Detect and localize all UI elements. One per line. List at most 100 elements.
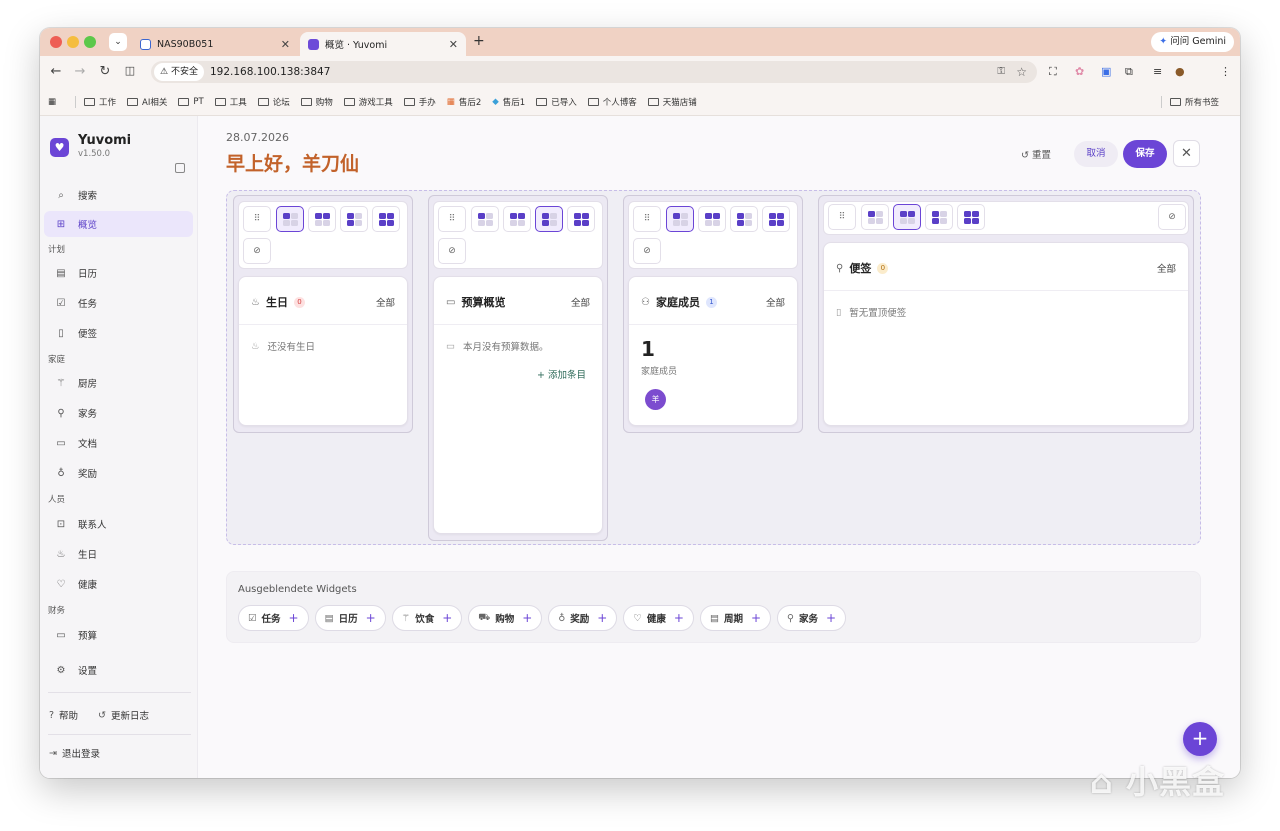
drag-handle-icon[interactable]: ⠿ bbox=[438, 206, 466, 232]
sidebar-item-search[interactable]: ⌕ 搜索 bbox=[44, 182, 193, 208]
hidden-widget-chip[interactable]: ⛟ 购物 + bbox=[468, 605, 543, 631]
browser-tab-active[interactable]: 概览 · Yuvomi ✕ bbox=[300, 32, 466, 56]
size-option-large[interactable] bbox=[957, 204, 985, 230]
size-option-tall[interactable] bbox=[925, 204, 953, 230]
extension-icon[interactable]: ▣ bbox=[1101, 65, 1111, 78]
hide-widget-icon[interactable]: ⊘ bbox=[438, 238, 466, 264]
size-option-tall[interactable] bbox=[340, 206, 368, 232]
view-all-link[interactable]: 全部 bbox=[376, 295, 395, 309]
add-entry-button[interactable]: + 添加条目 bbox=[537, 367, 586, 381]
view-all-link[interactable]: 全部 bbox=[1157, 261, 1176, 275]
menu-icon[interactable]: ⋮ bbox=[1220, 65, 1231, 78]
size-option-large[interactable] bbox=[567, 206, 595, 232]
bookmark-folder[interactable]: 购物 bbox=[300, 96, 333, 108]
close-icon[interactable]: ✕ bbox=[1173, 140, 1200, 167]
bookmark-folder[interactable]: 天猫店铺 bbox=[647, 96, 697, 108]
sidebar-item-contacts[interactable]: ⊡ 联系人 bbox=[44, 511, 193, 537]
sidebar-item-health[interactable]: ♡ 健康 bbox=[44, 571, 193, 597]
bookmark-folder[interactable]: 已导入 bbox=[536, 96, 577, 108]
back-icon[interactable]: ← bbox=[48, 64, 64, 79]
sidebar-item-budget[interactable]: ▭ 预算 bbox=[44, 622, 193, 648]
tab-close-icon[interactable]: ✕ bbox=[449, 38, 458, 51]
forward-icon[interactable]: → bbox=[72, 64, 88, 79]
cancel-button[interactable]: 取消 bbox=[1074, 141, 1118, 167]
password-key-icon[interactable]: ⚿ bbox=[997, 61, 1005, 83]
sidebar-item-rewards[interactable]: ♁ 奖励 bbox=[44, 460, 193, 486]
save-button[interactable]: 保存 bbox=[1123, 140, 1167, 168]
bookmark-link[interactable]: ◆ 售后1 bbox=[492, 96, 525, 108]
hidden-widget-chip[interactable]: ♡ 健康 + bbox=[623, 605, 694, 631]
changelog-link[interactable]: ↺ 更新日志 bbox=[98, 708, 149, 723]
address-bar[interactable]: ⚠ 不安全 192.168.100.138:3847 ⚿ ☆ bbox=[151, 61, 1037, 83]
size-option-wide[interactable] bbox=[893, 204, 921, 230]
sidebar-item-birthdays[interactable]: ♨ 生日 bbox=[44, 541, 193, 567]
sidebar-item-kitchen[interactable]: ⚚ 厨房 bbox=[44, 370, 193, 396]
hidden-widget-chip[interactable]: ⚚ 饮食 + bbox=[391, 605, 463, 631]
collapse-sidebar-icon[interactable] bbox=[175, 163, 185, 173]
new-tab-icon[interactable]: + bbox=[473, 33, 485, 49]
bookmark-folder[interactable]: AI相关 bbox=[127, 96, 167, 108]
browser-tab[interactable]: NAS90B051 ✕ bbox=[132, 32, 298, 56]
reset-button[interactable]: ↺ 重置 bbox=[1021, 147, 1051, 161]
size-option-tall[interactable] bbox=[730, 206, 758, 232]
logout-button[interactable]: ⇥ 退出登录 bbox=[49, 746, 100, 761]
size-option-small[interactable] bbox=[471, 206, 499, 232]
reading-list-icon[interactable]: ≡ bbox=[1153, 65, 1162, 78]
hidden-widget-chip[interactable]: ▤ 周期 + bbox=[699, 605, 772, 631]
size-option-small[interactable] bbox=[276, 206, 304, 232]
extension-icon[interactable]: ⛶ bbox=[1049, 65, 1057, 79]
drag-handle-icon[interactable]: ⠿ bbox=[243, 206, 271, 232]
close-window-button[interactable] bbox=[50, 36, 62, 48]
minimize-window-button[interactable] bbox=[67, 36, 79, 48]
reload-icon[interactable]: ↻ bbox=[97, 64, 113, 79]
hidden-widget-chip[interactable]: ⚲ 家务 + bbox=[777, 605, 847, 631]
sidebar-item-calendar[interactable]: ▤ 日历 bbox=[44, 260, 193, 286]
size-option-wide[interactable] bbox=[698, 206, 726, 232]
bookmark-folder[interactable]: 手办 bbox=[403, 96, 436, 108]
help-link[interactable]: ? 帮助 bbox=[49, 708, 78, 723]
avatar[interactable]: 羊 bbox=[645, 389, 666, 410]
add-fab-button[interactable]: + bbox=[1183, 722, 1217, 756]
size-option-large[interactable] bbox=[372, 206, 400, 232]
extension-icon[interactable]: ✿ bbox=[1075, 65, 1084, 78]
size-option-wide[interactable] bbox=[503, 206, 531, 232]
size-option-wide[interactable] bbox=[308, 206, 336, 232]
bookmark-folder[interactable]: 工作 bbox=[84, 96, 116, 108]
tab-close-icon[interactable]: ✕ bbox=[281, 38, 290, 51]
profile-avatar[interactable]: ● bbox=[1175, 65, 1185, 78]
bookmark-folder[interactable]: 工具 bbox=[214, 96, 247, 108]
bookmark-folder[interactable]: 游戏工具 bbox=[343, 96, 393, 108]
hidden-widget-chip[interactable]: ☑ 任务 + bbox=[238, 605, 309, 631]
hide-widget-icon[interactable]: ⊘ bbox=[1158, 204, 1186, 230]
gemini-button[interactable]: ✦ 问问 Gemini bbox=[1151, 32, 1234, 52]
split-view-icon[interactable]: ◫ bbox=[122, 64, 138, 77]
apps-icon[interactable]: ▦ bbox=[48, 97, 56, 107]
bookmark-star-icon[interactable]: ☆ bbox=[1016, 61, 1027, 83]
size-option-tall[interactable] bbox=[535, 206, 563, 232]
view-all-link[interactable]: 全部 bbox=[571, 295, 590, 309]
puzzle-icon[interactable]: ⧉ bbox=[1125, 65, 1133, 79]
sidebar-item-overview[interactable]: ⊞ 概览 bbox=[44, 211, 193, 237]
sidebar-item-documents[interactable]: ▭ 文档 bbox=[44, 430, 193, 456]
drag-handle-icon[interactable]: ⠿ bbox=[633, 206, 661, 232]
sidebar-item-tasks[interactable]: ☑ 任务 bbox=[44, 290, 193, 316]
hide-widget-icon[interactable]: ⊘ bbox=[633, 238, 661, 264]
size-option-large[interactable] bbox=[762, 206, 790, 232]
tab-search-icon[interactable]: ⌄ bbox=[109, 33, 127, 51]
sidebar-item-notes[interactable]: ▯ 便签 bbox=[44, 320, 193, 346]
sidebar-item-chores[interactable]: ⚲ 家务 bbox=[44, 400, 193, 426]
bookmark-folder[interactable]: 个人博客 bbox=[587, 96, 637, 108]
security-chip[interactable]: ⚠ 不安全 bbox=[154, 63, 204, 81]
bookmark-folder[interactable]: 论坛 bbox=[257, 96, 290, 108]
sidebar-item-settings[interactable]: ⚙ 设置 bbox=[44, 657, 193, 683]
hidden-widget-chip[interactable]: ♁ 奖励 + bbox=[548, 605, 618, 631]
hidden-widget-chip[interactable]: ▤ 日历 + bbox=[314, 605, 386, 631]
all-bookmarks[interactable]: 所有书签 bbox=[1153, 96, 1219, 108]
size-option-small[interactable] bbox=[861, 204, 889, 230]
hide-widget-icon[interactable]: ⊘ bbox=[243, 238, 271, 264]
bookmark-link[interactable]: ▦ 售后2 bbox=[447, 96, 481, 108]
drag-handle-icon[interactable]: ⠿ bbox=[828, 204, 856, 230]
maximize-window-button[interactable] bbox=[84, 36, 96, 48]
bookmark-folder[interactable]: PT bbox=[178, 97, 204, 107]
view-all-link[interactable]: 全部 bbox=[766, 295, 785, 309]
